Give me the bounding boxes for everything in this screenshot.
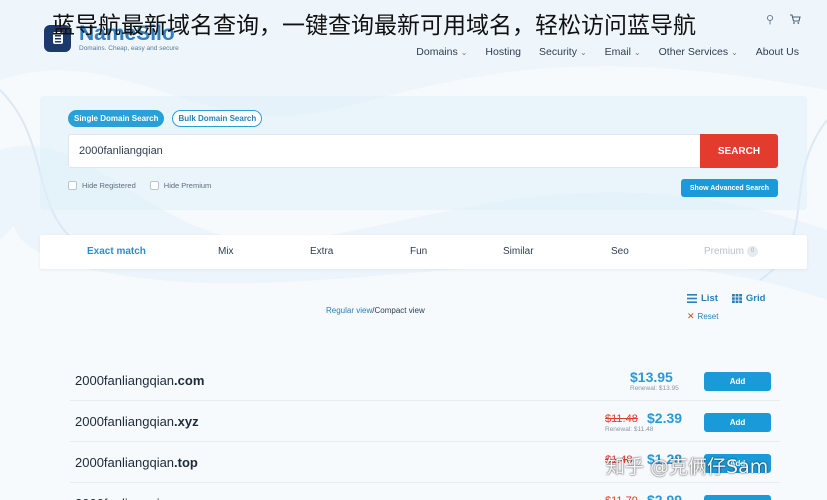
nav-item-label: Security [539,46,577,58]
tab-label: Similar [503,246,534,257]
nav-item-domains[interactable]: Domains ⌄ [416,46,467,58]
reset-label: Reset [697,312,719,321]
tab-count-badge: 0 [747,246,759,257]
grid-icon [731,294,742,303]
domain-name[interactable]: 2000fanliangqian.xyz [75,414,199,429]
domain-label: 2000fanliangqian [75,373,175,388]
results-list: 2000fanliangqian.com $13.95 Renewal: $13.9… [70,360,780,500]
tab-fun[interactable]: Fun [410,246,427,257]
tab-mix[interactable]: Mix [218,246,234,257]
hide-premium-checkbox[interactable]: Hide Premium [149,181,212,190]
single-domain-search-tab[interactable]: Single Domain Search [68,110,165,127]
tab-label: Seo [611,246,629,257]
nav-item-label: Domains [416,46,458,58]
domain-label: 2000fanliangqian [75,455,175,470]
add-to-cart-button[interactable]: Add [704,372,771,391]
add-to-cart-button[interactable]: Add [704,495,771,500]
close-icon: ✕ [687,311,695,321]
tab-label: Premium [704,246,745,258]
overlay-title: 蓝导航最新域名查询，一键查询最新可用域名，轻松访问蓝导航 [52,13,696,39]
renewal-price: Renewal: $11.48 [605,426,654,433]
watermark: 知乎 @克俩仔Sam [606,456,769,478]
checkbox-box[interactable] [68,181,77,190]
cart-icon[interactable] [789,13,801,25]
regular-view-link[interactable]: Regular view [326,306,372,315]
result-tabs: Exact match Mix Extra Fun Similar Seo Premium 0 [40,235,807,269]
compact-view-link[interactable]: Compact view [374,306,424,315]
view-toggle: Regular view/Compact view [326,306,425,315]
nav-item-label: Other Services [658,46,729,58]
nav-item-email[interactable]: Email ⌄ [605,46,641,58]
nav-item-security[interactable]: Security ⌄ [539,46,587,58]
domain-tld: .com [174,373,205,388]
search-button[interactable]: SEARCH [700,134,778,168]
nav-item-about-us[interactable]: About Us [756,46,799,58]
header-search-icon[interactable]: ⚲ [766,13,774,26]
add-to-cart-button[interactable]: Add [704,413,771,432]
domain-result-row: 2000fanliangqian.com $13.95 Renewal: $13.9… [70,360,780,401]
domain-result-row: 2000fanliangqian.xyz $11.48 $2.39 Renewal: … [70,401,780,442]
tab-label: Extra [310,246,334,257]
list-icon [687,294,697,303]
domain-tld: .xyz [174,414,199,429]
grid-view-button[interactable]: Grid [731,293,766,304]
domain-price: $2.39 [647,410,683,426]
grid-label: Grid [745,293,766,304]
chevron-down-icon: ⌄ [633,47,641,57]
nav-item-other-services[interactable]: Other Services ⌄ [659,46,738,58]
search-panel: Single Domain Search Bulk Domain Search … [40,96,807,210]
bulk-domain-search-tab[interactable]: Bulk Domain Search [172,110,263,127]
list-label: List [701,293,718,304]
logo-tagline: Domains. Cheap, easy and secure [79,45,179,52]
original-price: $11.48 [605,413,638,425]
renewal-price: Renewal: $13.95 [630,385,679,392]
domain-label: 2000fanliangqian [75,496,174,500]
domain-search-input[interactable] [68,134,700,168]
tab-extra[interactable]: Extra [310,246,333,257]
chevron-down-icon: ⌄ [460,47,468,57]
nav-item-hosting[interactable]: Hosting [485,46,521,58]
nav-item-label: Email [604,46,631,58]
hide-registered-label: Hide Registered [82,181,136,190]
domain-tld: .top [174,455,198,470]
tab-label: Fun [410,246,428,257]
layout-toggle: List Grid [687,293,765,304]
domain-label: 2000fanliangqian [75,414,175,429]
chevron-down-icon: ⌄ [579,47,587,57]
hide-premium-label: Hide Premium [163,181,212,190]
reset-button[interactable]: ✕ Reset [687,311,718,322]
chevron-down-icon: ⌄ [731,47,738,57]
nav-item-label: About Us [755,46,799,58]
list-view-button[interactable]: List [687,293,718,304]
advanced-search-button[interactable]: Show Advanced Search [680,179,778,197]
nav-item-label: Hosting [485,46,522,58]
tab-premium[interactable]: Premium 0 [704,246,759,258]
tab-exact-match[interactable]: Exact match [87,246,146,257]
domain-price: $2.99 [647,492,683,500]
tab-label: Exact match [87,246,146,257]
domain-price: $13.95 [630,369,673,385]
domain-name[interactable]: 2000fanliangqian [75,496,174,500]
original-price: $11.79 [605,495,638,500]
domain-name[interactable]: 2000fanliangqian.com [75,373,204,388]
domain-name[interactable]: 2000fanliangqian.top [75,455,198,470]
top-nav: Domains ⌄ Hosting Security ⌄ Email ⌄ Other Serv… [416,46,799,58]
tab-label: Mix [218,246,234,257]
domain-result-row: 2000fanliangqian $11.79 $2.99 Add [70,483,780,500]
tab-seo[interactable]: Seo [611,246,629,257]
tab-similar[interactable]: Similar [503,246,534,257]
checkbox-box[interactable] [149,181,159,190]
hide-registered-checkbox[interactable]: Hide Registered [68,181,136,190]
